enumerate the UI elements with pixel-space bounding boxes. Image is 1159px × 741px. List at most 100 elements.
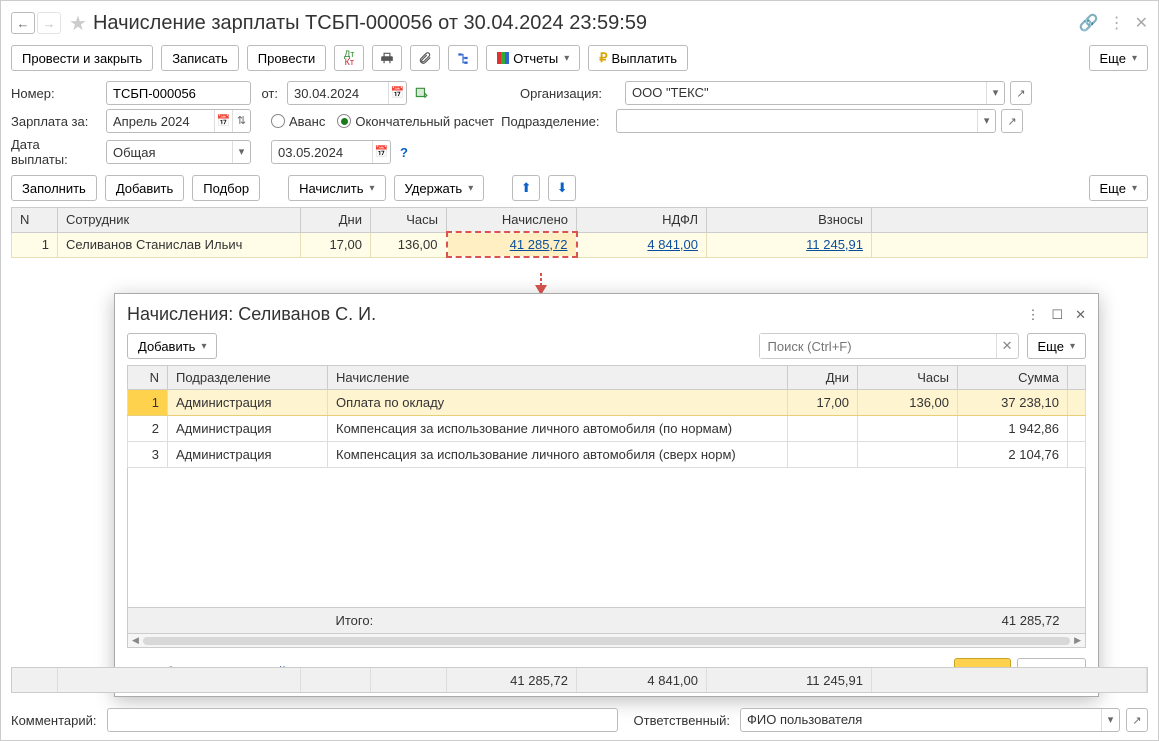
ndfl-cell-link[interactable]: 4 841,00	[577, 232, 707, 257]
table-row[interactable]: 1 Администрация Оплата по окладу 17,00 1…	[128, 390, 1086, 416]
kebab-menu-icon[interactable]: ⋮	[1109, 13, 1125, 33]
help-icon[interactable]: ?	[400, 145, 408, 160]
dcol-accrual[interactable]: Начисление	[328, 366, 788, 390]
salary-for-input[interactable]: Апрель 2024 📅 ⇅	[106, 109, 251, 133]
favorite-star-icon[interactable]: ★	[69, 11, 87, 36]
popup-title: Начисления: Селиванов С. И.	[127, 304, 1026, 325]
pick-button[interactable]: Подбор	[192, 175, 260, 201]
dropdown-icon[interactable]: ▾	[1101, 709, 1119, 731]
paydate-type-input[interactable]: Общая ▾	[106, 140, 251, 164]
accruals-popup: Начисления: Селиванов С. И. ⋮ ☐ ✕ Добави…	[114, 293, 1099, 697]
reports-button[interactable]: Отчеты▾	[486, 45, 580, 71]
stepper-icon[interactable]: ⇅	[232, 110, 250, 132]
calendar-icon[interactable]: 📅	[372, 141, 390, 163]
table-row[interactable]: 2 Администрация Компенсация за использов…	[128, 416, 1086, 442]
accrued-cell-link[interactable]: 41 285,72	[447, 232, 577, 257]
attach-button[interactable]	[410, 45, 440, 71]
paydate-input[interactable]: 03.05.2024 📅	[271, 140, 391, 164]
popup-search-input[interactable]: ✕	[759, 333, 1019, 359]
contrib-cell-link[interactable]: 11 245,91	[707, 232, 872, 257]
open-org-button[interactable]: ↗	[1010, 81, 1032, 105]
popup-close-icon[interactable]: ✕	[1075, 307, 1086, 323]
nav-forward-button[interactable]: →	[37, 12, 61, 34]
related-docs-button[interactable]	[448, 45, 478, 71]
responsible-input[interactable]: ФИО пользователя ▾	[740, 708, 1120, 732]
scroll-right-icon[interactable]: ▶	[1074, 635, 1081, 646]
dept-input[interactable]: ▾	[616, 109, 996, 133]
date-input[interactable]: 30.04.2024 📅	[287, 81, 407, 105]
move-up-button[interactable]: ⬆	[512, 175, 540, 201]
comment-input[interactable]	[107, 708, 618, 732]
pay-button[interactable]: ₽Выплатить	[588, 45, 688, 71]
final-radio[interactable]: Окончательный расчет	[337, 114, 494, 129]
link-icon[interactable]: 🔗	[1079, 13, 1099, 33]
total-label: Итого:	[328, 608, 788, 634]
add-row-button[interactable]: Добавить	[105, 175, 184, 201]
total-sum: 41 285,72	[958, 608, 1068, 634]
number-label: Номер:	[11, 86, 101, 101]
schedule-icon[interactable]	[412, 84, 430, 102]
total-contrib: 11 245,91	[707, 668, 872, 692]
horizontal-scrollbar[interactable]: ◀ ▶	[127, 634, 1086, 648]
printer-icon	[380, 51, 394, 65]
dropdown-icon[interactable]: ▾	[232, 141, 250, 163]
popup-maximize-icon[interactable]: ☐	[1051, 307, 1063, 323]
col-n[interactable]: N	[12, 208, 58, 233]
ruble-icon: ₽	[599, 50, 607, 66]
open-responsible-button[interactable]: ↗	[1126, 708, 1148, 732]
print-button[interactable]	[372, 45, 402, 71]
popup-more-button[interactable]: Еще▾	[1027, 333, 1086, 359]
col-contrib[interactable]: Взносы	[707, 208, 872, 233]
paydate-label: Дата выплаты:	[11, 137, 101, 167]
col-hours[interactable]: Часы	[371, 208, 447, 233]
fill-button[interactable]: Заполнить	[11, 175, 97, 201]
calendar-icon[interactable]: 📅	[388, 82, 406, 104]
dropdown-icon[interactable]: ▾	[986, 82, 1004, 104]
total-ndfl: 4 841,00	[577, 668, 707, 692]
table-empty-area	[127, 468, 1086, 608]
col-accrued[interactable]: Начислено	[447, 208, 577, 233]
dcol-dept[interactable]: Подразделение	[168, 366, 328, 390]
dcol-hours[interactable]: Часы	[858, 366, 958, 390]
advance-radio[interactable]: Аванс	[271, 114, 325, 129]
post-button[interactable]: Провести	[247, 45, 327, 71]
dcol-n[interactable]: N	[128, 366, 168, 390]
scroll-left-icon[interactable]: ◀	[132, 635, 139, 646]
tree-icon	[456, 51, 470, 65]
dtkt-button[interactable]: ДтКт	[334, 45, 364, 71]
comment-label: Комментарий:	[11, 713, 101, 728]
accrue-button[interactable]: Начислить▾	[288, 175, 385, 201]
responsible-label: Ответственный:	[624, 713, 734, 728]
accruals-table: N Подразделение Начисление Дни Часы Сумм…	[127, 365, 1086, 468]
more-button[interactable]: Еще▾	[1089, 45, 1148, 71]
arrow-down-icon: ⬇	[557, 180, 568, 196]
salary-for-label: Зарплата за:	[11, 114, 101, 129]
calendar-icon[interactable]: 📅	[214, 110, 232, 132]
save-button[interactable]: Записать	[161, 45, 239, 71]
org-label: Организация:	[520, 86, 620, 101]
dcol-days[interactable]: Дни	[788, 366, 858, 390]
callout-arrow-icon	[531, 273, 551, 295]
dcol-sum[interactable]: Сумма	[958, 366, 1068, 390]
page-title: Начисление зарплаты ТСБП-000056 от 30.04…	[93, 12, 1079, 35]
number-input[interactable]	[106, 81, 251, 105]
dropdown-icon[interactable]: ▾	[977, 110, 995, 132]
chart-icon	[497, 52, 509, 64]
accruals-totals-row: Итого: 41 285,72	[127, 608, 1086, 634]
clear-search-icon[interactable]: ✕	[996, 334, 1018, 358]
nav-back-button[interactable]: ←	[11, 12, 35, 34]
table-row[interactable]: 3 Администрация Компенсация за использов…	[128, 442, 1086, 468]
popup-kebab-icon[interactable]: ⋮	[1026, 307, 1039, 323]
close-window-icon[interactable]: ✕	[1135, 13, 1148, 33]
deduct-button[interactable]: Удержать▾	[394, 175, 485, 201]
open-dept-button[interactable]: ↗	[1001, 109, 1023, 133]
col-ndfl[interactable]: НДФЛ	[577, 208, 707, 233]
table-more-button[interactable]: Еще▾	[1089, 175, 1148, 201]
table-row[interactable]: 1 Селиванов Станислав Ильич 17,00 136,00…	[12, 232, 1148, 257]
col-days[interactable]: Дни	[301, 208, 371, 233]
popup-add-button[interactable]: Добавить▾	[127, 333, 217, 359]
col-employee[interactable]: Сотрудник	[58, 208, 301, 233]
move-down-button[interactable]: ⬇	[548, 175, 576, 201]
post-and-close-button[interactable]: Провести и закрыть	[11, 45, 153, 71]
org-input[interactable]: ООО "ТЕКС" ▾	[625, 81, 1005, 105]
